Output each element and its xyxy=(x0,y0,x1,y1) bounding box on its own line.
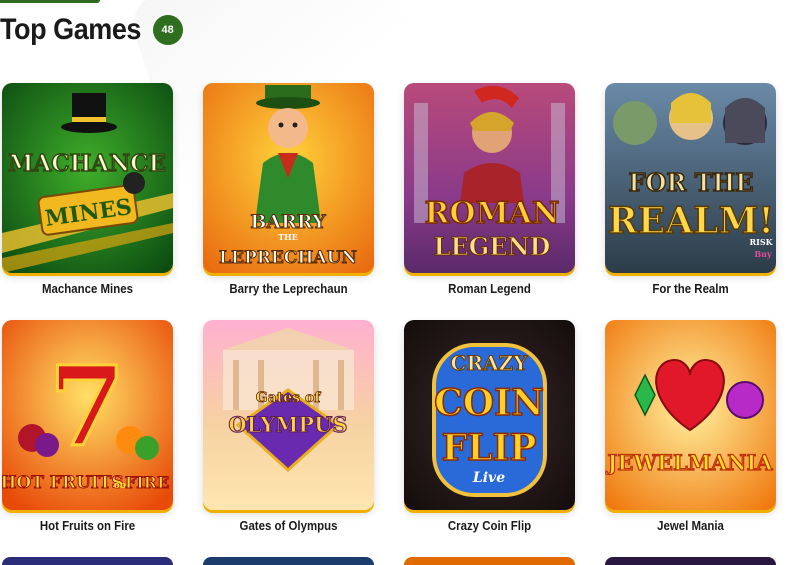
game-title[interactable]: Barry the Leprechaun xyxy=(213,281,363,296)
svg-text:Buy: Buy xyxy=(754,249,772,259)
game-card-gates-of-olympus[interactable]: Gates of OLYMPUS Gates of Olympus xyxy=(203,320,374,557)
game-thumbnail[interactable]: BARRY THE LEPRECHAUN xyxy=(203,83,374,273)
game-card-hot-fruits-on-fire[interactable]: 7 HOT FRUITS on FIRE Hot Fruits on Fire xyxy=(2,320,173,557)
for-the-realm-art: FOR THE REALM! RISK Buy xyxy=(605,83,776,273)
svg-text:RISK: RISK xyxy=(749,237,773,247)
svg-text:FOR THE: FOR THE xyxy=(628,168,753,197)
top-accent-bar xyxy=(0,0,100,3)
game-thumbnail[interactable]: JEWELMANIA xyxy=(605,320,776,510)
svg-text:HOT FRUITS: HOT FRUITS xyxy=(2,473,124,493)
hot-fruits-on-fire-art: 7 HOT FRUITS on FIRE xyxy=(2,320,173,510)
next-games-row xyxy=(2,557,776,565)
game-title[interactable]: Hot Fruits on Fire xyxy=(12,518,162,533)
game-title[interactable]: Jewel Mania xyxy=(615,518,765,533)
svg-text:OLYMPUS: OLYMPUS xyxy=(228,412,347,437)
game-card-machance-mines[interactable]: MACHANCE MINES Machance Mines xyxy=(2,83,173,320)
game-card-peek[interactable] xyxy=(605,557,776,565)
section-header: Top Games 48 xyxy=(0,12,183,48)
crazy-coin-flip-art: CRAZY COIN FLIP Live xyxy=(404,320,575,510)
game-thumbnail[interactable]: ROMAN LEGEND xyxy=(404,83,575,273)
game-thumbnail[interactable]: CRAZY COIN FLIP Live xyxy=(404,320,575,510)
game-title[interactable]: Roman Legend xyxy=(414,281,564,296)
jewel-mania-art: JEWELMANIA xyxy=(605,320,776,510)
game-title[interactable]: Gates of Olympus xyxy=(213,518,363,533)
svg-text:7: 7 xyxy=(49,342,126,471)
svg-text:Live: Live xyxy=(472,470,505,486)
svg-text:FLIP: FLIP xyxy=(442,427,537,469)
svg-text:THE: THE xyxy=(278,232,298,242)
game-card-jewel-mania[interactable]: JEWELMANIA Jewel Mania xyxy=(605,320,776,557)
game-thumbnail[interactable]: FOR THE REALM! RISK Buy xyxy=(605,83,776,273)
section-title: Top Games xyxy=(0,13,141,46)
game-thumbnail[interactable]: Gates of OLYMPUS xyxy=(203,320,374,510)
barry-leprechaun-art: BARRY THE LEPRECHAUN xyxy=(203,83,374,273)
game-title[interactable]: Machance Mines xyxy=(12,281,162,296)
svg-text:COIN: COIN xyxy=(434,382,544,424)
svg-text:Gates of: Gates of xyxy=(256,390,321,406)
svg-text:FIRE: FIRE xyxy=(125,473,169,492)
svg-text:BARRY: BARRY xyxy=(250,211,326,233)
game-card-peek[interactable] xyxy=(404,557,575,565)
game-card-roman-legend[interactable]: ROMAN LEGEND Roman Legend xyxy=(404,83,575,320)
game-thumbnail[interactable]: MACHANCE MINES xyxy=(2,83,173,273)
game-card-for-the-realm[interactable]: FOR THE REALM! RISK Buy For the Realm xyxy=(605,83,776,320)
svg-text:MACHANCE: MACHANCE xyxy=(8,150,166,177)
game-card-crazy-coin-flip[interactable]: CRAZY COIN FLIP Live Crazy Coin Flip xyxy=(404,320,575,557)
game-card-barry-the-leprechaun[interactable]: BARRY THE LEPRECHAUN Barry the Leprechau… xyxy=(203,83,374,320)
game-card-peek[interactable] xyxy=(2,557,173,565)
svg-text:JEWELMANIA: JEWELMANIA xyxy=(605,450,773,475)
game-title[interactable]: For the Realm xyxy=(615,281,765,296)
game-thumbnail[interactable]: 7 HOT FRUITS on FIRE xyxy=(2,320,173,510)
svg-text:LEPRECHAUN: LEPRECHAUN xyxy=(219,248,357,268)
game-title[interactable]: Crazy Coin Flip xyxy=(414,518,564,533)
gates-of-olympus-art: Gates of OLYMPUS xyxy=(203,320,374,510)
roman-legend-art: ROMAN LEGEND xyxy=(404,83,575,273)
machance-mines-art: MACHANCE MINES xyxy=(2,83,173,273)
game-card-peek[interactable] xyxy=(203,557,374,565)
game-count-badge: 48 xyxy=(152,15,183,45)
svg-text:CRAZY: CRAZY xyxy=(451,351,529,375)
svg-text:LEGEND: LEGEND xyxy=(434,232,551,261)
svg-text:REALM!: REALM! xyxy=(608,200,774,242)
svg-text:ROMAN: ROMAN xyxy=(425,196,560,231)
games-grid: MACHANCE MINES Machance Mines BARRY THE … xyxy=(2,83,776,557)
